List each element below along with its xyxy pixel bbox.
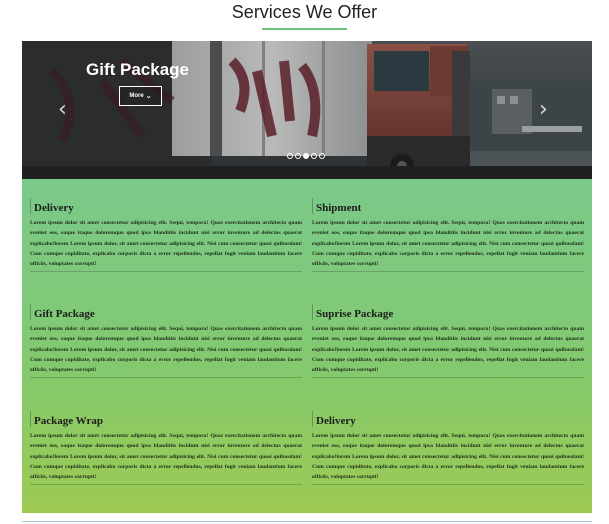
service-card-gift-package: Gift Package Lorem ipsum dolor sit amet … [30, 304, 302, 379]
service-title-wrap: Delivery [30, 198, 302, 214]
services-grid: Delivery Lorem ipsum dolor sit amet cons… [22, 179, 592, 513]
carousel-indicator-4[interactable] [311, 153, 317, 159]
service-card-package-wrap: Package Wrap Lorem ipsum dolor sit amet … [30, 411, 302, 486]
service-title: Delivery [316, 415, 356, 427]
service-card-delivery-2: Delivery Lorem ipsum dolor sit amet cons… [312, 411, 584, 486]
more-button[interactable]: More ⌄ [119, 86, 162, 106]
service-card-suprise-package: Suprise Package Lorem ipsum dolor sit am… [312, 304, 584, 379]
service-title-wrap: Suprise Package [312, 304, 584, 320]
service-title-wrap: Gift Package [30, 304, 302, 320]
service-description: Lorem ipsum dolor sit amet consectetur a… [30, 431, 302, 486]
service-title-wrap: Package Wrap [30, 411, 302, 427]
service-title-wrap: Shipment [312, 198, 584, 214]
service-title: Shipment [316, 202, 362, 214]
carousel-next-button[interactable]: › [539, 99, 548, 121]
carousel-indicator-5[interactable] [319, 153, 325, 159]
carousel-prev-button[interactable]: ‹ [58, 99, 67, 121]
slide-caption-title: Gift Package [86, 60, 189, 79]
service-title: Delivery [34, 202, 74, 214]
services-card: Gift Package More ⌄ ‹ › Delivery Lorem i… [22, 41, 592, 513]
service-description: Lorem ipsum dolor sit amet consectetur a… [30, 324, 302, 379]
service-card-shipment: Shipment Lorem ipsum dolor sit amet cons… [312, 198, 584, 273]
chevron-right-icon: › [539, 97, 548, 122]
service-title: Suprise Package [316, 308, 394, 320]
service-description: Lorem ipsum dolor sit amet consectetur a… [30, 218, 302, 273]
service-description: Lorem ipsum dolor sit amet consectetur a… [312, 324, 584, 379]
more-button-label: More [129, 93, 144, 99]
section-title: Services We Offer [231, 2, 378, 22]
chevron-down-icon: ⌄ [145, 92, 152, 100]
chevron-left-icon: ‹ [58, 97, 67, 122]
service-title: Gift Package [34, 308, 95, 320]
service-description: Lorem ipsum dolor sit amet consectetur a… [312, 218, 584, 273]
image-carousel[interactable]: Gift Package More ⌄ ‹ › [22, 41, 592, 179]
service-description: Lorem ipsum dolor sit amet consectetur a… [312, 431, 584, 486]
service-card-delivery: Delivery Lorem ipsum dolor sit amet cons… [30, 198, 302, 273]
section-divider [22, 521, 592, 522]
service-title-wrap: Delivery [312, 411, 584, 427]
carousel-indicator-2[interactable] [295, 153, 301, 159]
carousel-indicators [287, 153, 325, 159]
carousel-indicator-1[interactable] [287, 153, 293, 159]
service-title: Package Wrap [34, 415, 103, 427]
carousel-indicator-3[interactable] [303, 153, 309, 159]
title-underline [262, 28, 347, 30]
